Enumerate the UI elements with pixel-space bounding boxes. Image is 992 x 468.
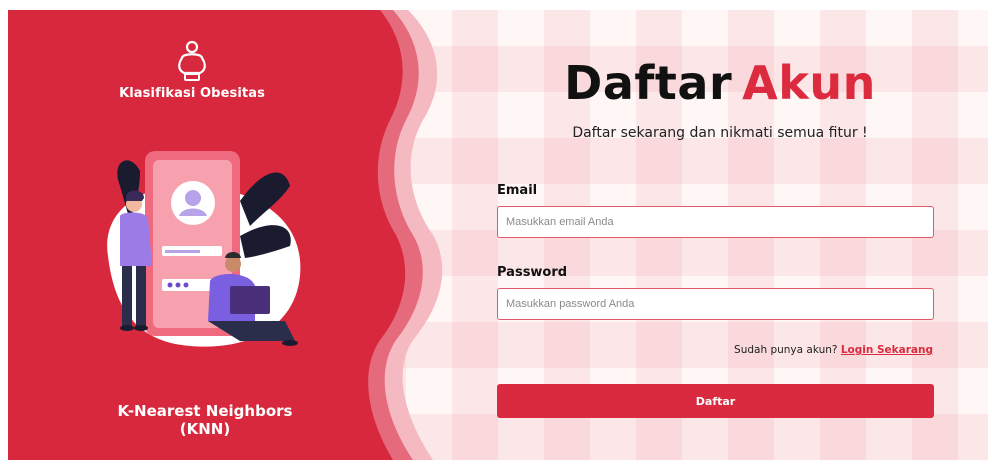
password-field[interactable] [497, 288, 934, 320]
brand: Klasifikasi Obesitas [112, 40, 272, 101]
page-title-part2: Akun [742, 56, 876, 110]
login-link[interactable]: Login Sekarang [841, 344, 933, 356]
brand-title: Klasifikasi Obesitas [119, 86, 265, 101]
algorithm-label: K-Nearest Neighbors (KNN) [117, 402, 293, 438]
page-subtitle: Daftar sekarang dan nikmati semua fitur … [572, 125, 868, 141]
login-hint: Sudah punya akun? Login Sekarang [680, 344, 933, 356]
page-title: Daftar Akun [540, 56, 900, 110]
password-label: Password [497, 265, 568, 280]
email-label: Email [497, 183, 538, 198]
signup-illustration [107, 151, 301, 347]
register-page: Klasifikasi Obesitas K-Nearest Neighbors… [0, 0, 992, 468]
email-field[interactable] [497, 206, 934, 238]
register-button[interactable]: Daftar [497, 384, 934, 418]
person-scale-icon [178, 40, 206, 81]
login-prompt: Sudah punya akun? [734, 344, 838, 356]
page-title-part1: Daftar [564, 56, 733, 110]
